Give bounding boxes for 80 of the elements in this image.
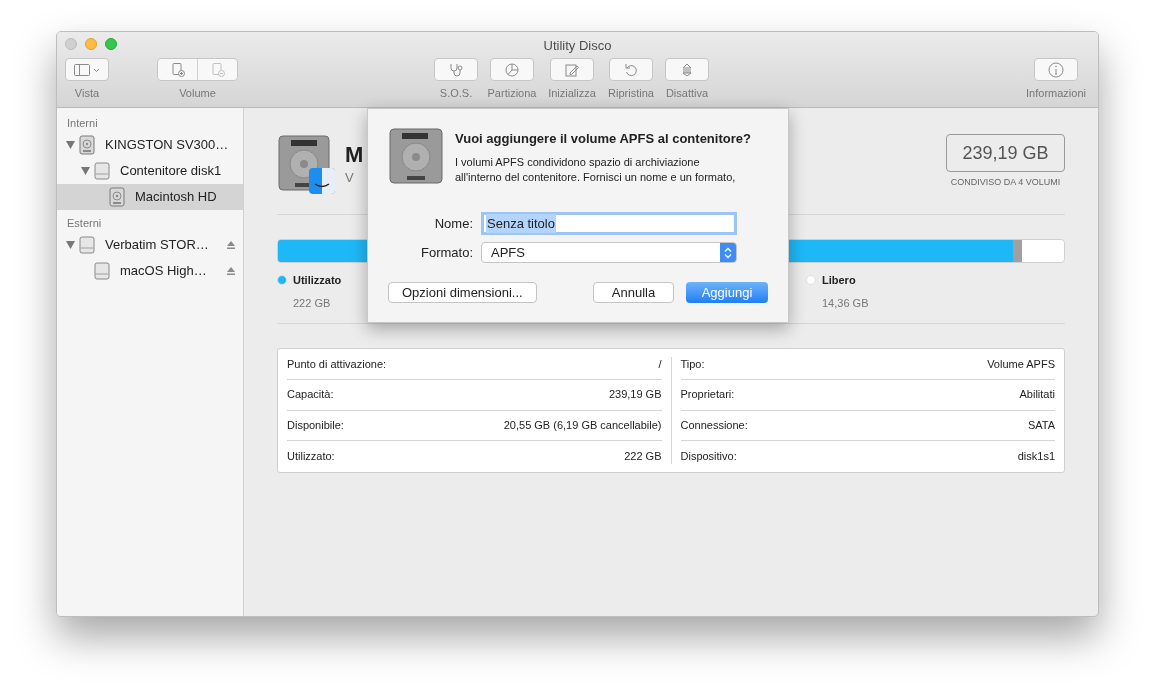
dialog-message: I volumi APFS condividono spazio di archiviazione all'interno del contenitore. Fornisci un nome e un formato,	[455, 154, 737, 185]
cancel-button[interactable]: Annulla	[593, 282, 674, 303]
dialog-title: Vuoi aggiungere il volume APFS al contenitore?	[455, 130, 751, 148]
toolbar-button[interactable]	[665, 58, 709, 81]
hard-drive-icon	[79, 135, 95, 155]
sidebar-icon	[73, 62, 101, 77]
info-value: 20,55 GB (6,19 GB cancellabile)	[503, 418, 662, 434]
disclosure-triangle-icon[interactable]	[65, 241, 75, 249]
eject-icon[interactable]	[226, 240, 236, 250]
options-button[interactable]: Opzioni dimensioni...	[388, 282, 537, 303]
format-popup[interactable]: APFS	[481, 242, 737, 263]
info-label: Proprietari:	[680, 387, 735, 403]
info-label: Punto di attivazione:	[287, 356, 387, 372]
sidebar-item[interactable]: KINGSTON SV300…	[57, 132, 243, 158]
disclosure-triangle-icon[interactable]	[80, 167, 90, 175]
name-field[interactable]: Senza titolo	[481, 212, 737, 235]
disk-plus-icon	[169, 61, 186, 78]
stethoscope-icon	[448, 61, 464, 78]
field-label: Formato:	[420, 243, 474, 262]
stepper-arrows-icon	[720, 243, 736, 262]
volume-disk-icon	[277, 134, 337, 196]
minimize-button[interactable]	[85, 38, 97, 50]
info-value: /	[658, 356, 662, 372]
info-label: Dispositivo:	[680, 449, 737, 465]
toolbar-label: Volume	[179, 86, 216, 101]
undo-icon	[623, 61, 639, 78]
zoom-button[interactable]	[105, 38, 117, 50]
segmented-control[interactable]	[157, 58, 238, 81]
info-label: Utilizzato:	[287, 449, 335, 465]
info-value: Abilitati	[1019, 387, 1055, 403]
info-value: SATA	[1027, 418, 1055, 434]
toolbar-label: Vista	[74, 86, 100, 101]
volume-name: M	[345, 142, 364, 168]
info-value: 239,19 GB	[608, 387, 662, 403]
info-value: disk1s1	[1017, 449, 1055, 465]
toolbar-label: Inizializza	[548, 86, 596, 101]
pencil-icon	[564, 61, 580, 78]
disk-minus-icon	[209, 61, 226, 78]
toolbar-button[interactable]	[490, 58, 534, 81]
info-label: Tipo:	[680, 356, 705, 372]
toolbar-label: Informazioni	[1026, 86, 1086, 101]
sidebar-item[interactable]: Verbatim STOR…	[57, 232, 243, 258]
info-icon	[1048, 61, 1064, 78]
legend-label: Utilizzato	[293, 273, 342, 288]
capacity-box: 239,19 GB	[946, 134, 1065, 172]
hard-drive-icon	[388, 127, 444, 185]
section-header: Esterni	[66, 216, 103, 231]
capacity-note: CONDIVISO DA 4 VOLUMI	[950, 176, 1061, 189]
eject-icon[interactable]	[226, 266, 236, 276]
legend-value: 222 GB	[293, 295, 332, 311]
toolbar-button[interactable]	[1034, 58, 1078, 81]
sidebar-item[interactable]: Contenitore disk1	[57, 158, 243, 184]
close-button[interactable]	[65, 38, 77, 50]
toolbar-label: S.O.S.	[439, 86, 473, 101]
legend-label: Libero	[822, 273, 856, 288]
window-title: Utility Disco	[543, 36, 612, 55]
drive-icon	[79, 235, 95, 255]
legend-value: 14,36 GB	[822, 295, 869, 311]
toolbar-label: Partiziona	[487, 86, 537, 101]
info-label: Capacità:	[287, 387, 334, 403]
toolbar-label: Disattiva	[665, 86, 709, 101]
sidebar-item[interactable]: Macintosh HD	[57, 184, 243, 210]
hard-drive-icon	[109, 187, 125, 207]
info-label: Disponibile:	[287, 418, 344, 434]
toolbar-button[interactable]	[65, 58, 109, 81]
info-value: Volume APFS	[987, 356, 1055, 372]
sidebar-item[interactable]: macOS High…	[57, 258, 243, 284]
section-header: Interni	[66, 116, 99, 131]
toolbar-button[interactable]	[609, 58, 653, 81]
field-label: Nome:	[433, 214, 474, 233]
info-value: 222 GB	[624, 449, 662, 465]
volume-subtitle: V	[345, 169, 355, 187]
toolbar-label: Ripristina	[608, 86, 654, 101]
toolbar-button[interactable]	[550, 58, 594, 81]
disclosure-triangle-icon[interactable]	[65, 141, 75, 149]
drive-icon	[94, 261, 110, 281]
pie-icon	[504, 61, 520, 78]
drive-icon	[94, 161, 110, 181]
toolbar-button[interactable]	[434, 58, 478, 81]
info-label: Connessione:	[680, 418, 748, 434]
